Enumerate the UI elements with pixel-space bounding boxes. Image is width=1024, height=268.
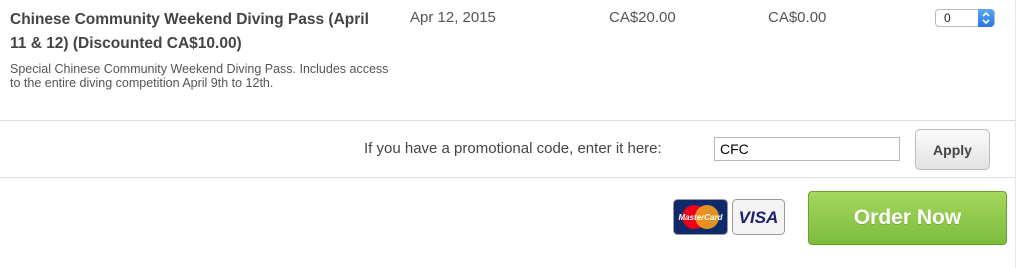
visa-logo: VISA: [732, 199, 785, 235]
quantity-select[interactable]: 0: [935, 9, 995, 27]
mastercard-logo: MasterCard: [673, 199, 728, 235]
ticket-price: CA$20.00: [609, 9, 676, 26]
svg-text:MasterCard: MasterCard: [678, 213, 723, 222]
quantity-value: 0: [944, 11, 951, 25]
promo-code-input[interactable]: [714, 137, 900, 161]
ticket-name: Chinese Community Weekend Diving Pass (A…: [10, 11, 369, 52]
order-now-button[interactable]: Order Now: [808, 191, 1007, 245]
ticket-sales-end-date: Apr 12, 2015: [410, 9, 496, 26]
page-right-edge: [1015, 0, 1016, 268]
promo-divider: [0, 177, 1015, 178]
svg-text:VISA: VISA: [739, 208, 779, 227]
up-down-chevron-icon[interactable]: [978, 9, 994, 27]
ticket-divider: [0, 120, 1015, 121]
promo-code-label: If you have a promotional code, enter it…: [364, 140, 662, 157]
ticket-description: Special Chinese Community Weekend Diving…: [10, 62, 389, 90]
apply-button[interactable]: Apply: [915, 129, 990, 170]
ticket-fee: CA$0.00: [768, 9, 827, 26]
